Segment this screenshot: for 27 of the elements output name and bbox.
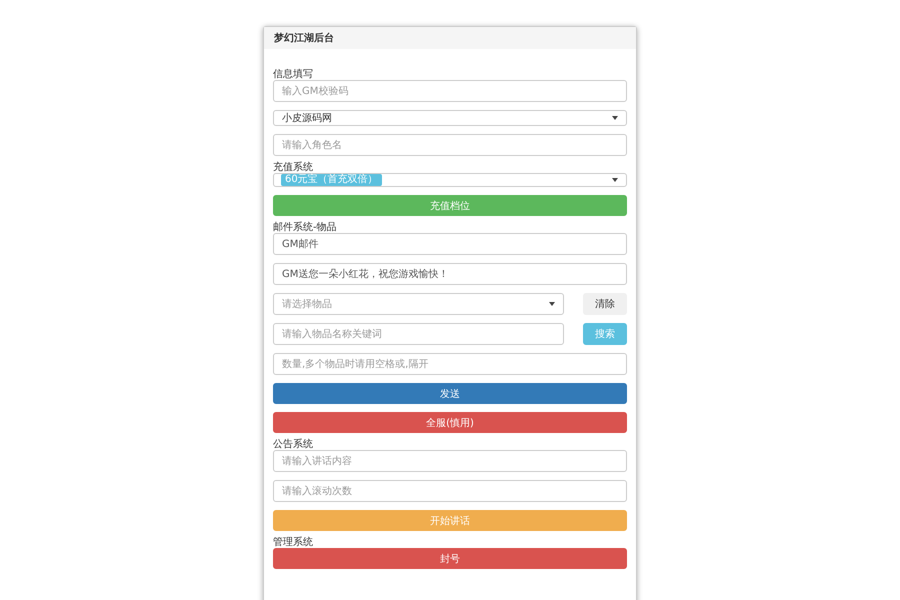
text-field[interactable]: 数量,多个物品时请用空格或,隔开 <box>273 353 627 375</box>
search-button[interactable]: 搜索 <box>583 323 627 345</box>
text-field[interactable]: 请输入滚动次数 <box>273 480 627 502</box>
section-label: 公告系统 <box>273 439 314 450</box>
section-label: 充值系统 <box>273 162 314 173</box>
action-button[interactable]: 充值档位 <box>273 195 627 216</box>
section-label: 信息填写 <box>273 69 314 80</box>
selected-tag: 60元宝（首充双倍） <box>281 174 382 186</box>
panel-title: 梦幻江湖后台 <box>264 27 636 49</box>
action-button[interactable]: 全服(慎用) <box>273 412 627 433</box>
caret-icon <box>612 178 618 182</box>
clear-button[interactable]: 清除 <box>583 293 627 315</box>
dropdown[interactable]: 请选择物品 <box>273 293 564 315</box>
caret-icon <box>612 116 618 120</box>
section-label: 管理系统 <box>273 537 314 548</box>
action-button[interactable]: 封号 <box>273 548 627 569</box>
text-field[interactable]: 请输入角色名 <box>273 134 627 156</box>
search-field[interactable]: 请输入物品名称关键词 <box>273 323 564 345</box>
text-field[interactable]: GM邮件 <box>273 233 627 255</box>
dropdown[interactable]: 小皮源码网 <box>273 110 627 126</box>
text-field[interactable]: GM送您一朵小红花，祝您游戏愉快！ <box>273 263 627 285</box>
caret-icon <box>549 302 555 306</box>
text-field[interactable]: 输入GM校验码 <box>273 80 627 102</box>
text-field[interactable]: 请输入讲话内容 <box>273 450 627 472</box>
section-label: 邮件系统-物品 <box>273 222 338 233</box>
dropdown[interactable]: 60元宝（首充双倍） <box>273 173 627 187</box>
action-button[interactable]: 发送 <box>273 383 627 404</box>
